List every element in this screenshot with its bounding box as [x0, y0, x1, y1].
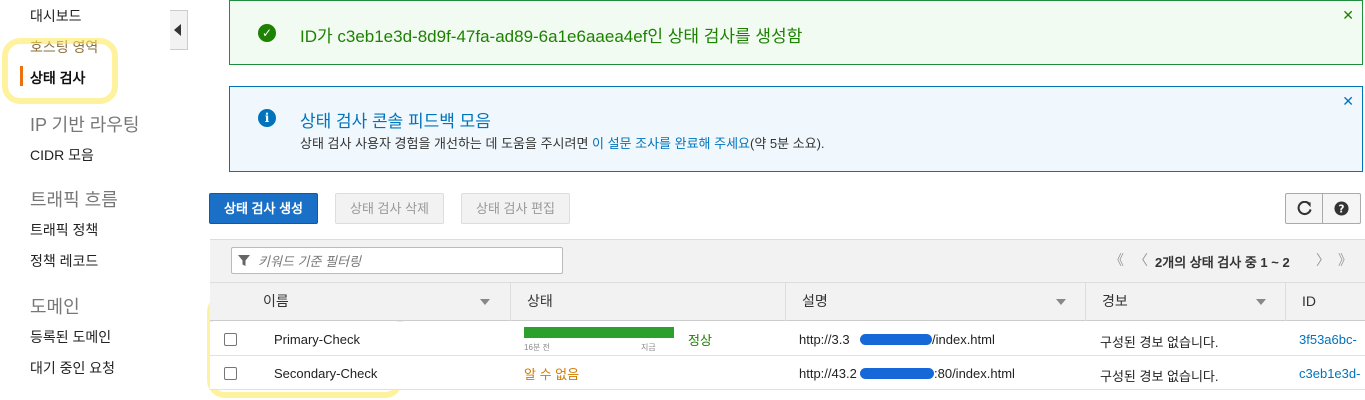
- row-description-start: http://43.2: [799, 366, 857, 381]
- info-alert: i 상태 검사 콘솔 피드백 모음 상태 검사 사용자 경험을 개선하는 데 도…: [229, 86, 1363, 172]
- sort-caret-icon: [480, 299, 490, 305]
- check-circle-icon: ✓: [258, 24, 276, 42]
- info-body-prefix: 상태 검사 사용자 경험을 개선하는 데 도움을 주시려면: [300, 136, 593, 151]
- sidebar-heading-ip-routing: IP 기반 라우팅: [30, 115, 140, 135]
- column-label: 설명: [802, 293, 828, 309]
- delete-health-check-button[interactable]: 상태 검사 삭제: [335, 193, 444, 224]
- row-name: Primary-Check: [274, 332, 360, 347]
- column-label: 이름: [263, 293, 289, 309]
- sidebar-item-hosted-zones[interactable]: 호스팅 영역: [30, 37, 98, 57]
- row-alarm: 구성된 경보 없습니다.: [1100, 369, 1219, 384]
- row-checkbox[interactable]: [224, 367, 237, 380]
- survey-link[interactable]: 이 설문 조사를 완료해 주세요: [592, 136, 750, 151]
- table-row[interactable]: Secondary-Check 알 수 없음 http://43.2 :80/i…: [210, 356, 1365, 390]
- sidebar-item-pending-requests[interactable]: 대기 중인 요청: [30, 358, 115, 378]
- sidebar-heading-traffic-flow: 트래픽 흐름: [30, 190, 118, 210]
- sidebar-collapse-button[interactable]: [170, 10, 188, 50]
- column-label: ID: [1302, 293, 1316, 309]
- sidebar-heading-domains: 도메인: [30, 297, 80, 317]
- sidebar-item-traffic-policies[interactable]: 트래픽 정책: [30, 220, 98, 240]
- caret-left-icon: [174, 24, 181, 36]
- row-checkbox[interactable]: [224, 333, 237, 346]
- column-header-alarms[interactable]: 경보: [1085, 282, 1285, 321]
- column-label: 상태: [527, 293, 553, 309]
- edit-health-check-button[interactable]: 상태 검사 편집: [461, 193, 570, 224]
- close-icon[interactable]: ✕: [1342, 93, 1354, 110]
- success-message: ID가 c3eb1e3d-8d9f-47fa-ad89-6a1e6aaea4ef…: [300, 27, 803, 46]
- help-icon: ?: [1334, 201, 1349, 216]
- refresh-button[interactable]: [1285, 193, 1323, 224]
- row-status: 정상: [688, 333, 712, 348]
- sidebar-item-health-checks[interactable]: 상태 검사: [30, 68, 85, 88]
- column-label: 경보: [1102, 293, 1128, 309]
- column-header-id[interactable]: ID: [1285, 282, 1365, 321]
- sidebar-item-registered-domains[interactable]: 등록된 도메인: [30, 327, 111, 347]
- row-status: 알 수 없음: [524, 367, 580, 382]
- sort-caret-icon: [1056, 299, 1066, 305]
- bar-end-label: 지금: [641, 343, 656, 352]
- first-page-icon[interactable]: 《: [1110, 250, 1124, 270]
- filter-field[interactable]: [231, 247, 563, 274]
- row-alarm: 구성된 경보 없습니다.: [1100, 335, 1219, 350]
- health-status-bar: [524, 327, 674, 338]
- info-body: 상태 검사 사용자 경험을 개선하는 데 도움을 주시려면 이 설문 조사를 완…: [300, 133, 825, 152]
- bar-start-label: 16분 전: [524, 343, 550, 352]
- filter-icon: [238, 255, 250, 266]
- sidebar-active-indicator: [20, 66, 23, 86]
- success-alert: ✓ ID가 c3eb1e3d-8d9f-47fa-ad89-6a1e6aaea4…: [229, 0, 1363, 65]
- row-description-start: http://3.3: [799, 332, 850, 347]
- last-page-icon[interactable]: 》: [1338, 250, 1352, 270]
- row-description-end: :80/index.html: [934, 366, 1015, 381]
- table-row[interactable]: Primary-Check 16분 전 지금 정상 http://3.3 /in…: [210, 322, 1365, 356]
- help-button[interactable]: ?: [1323, 193, 1361, 224]
- pagination-text: 2개의 상태 검사 중 1 ~ 2: [1155, 255, 1290, 270]
- close-icon[interactable]: ✕: [1342, 7, 1354, 24]
- sort-caret-icon: [1256, 299, 1266, 305]
- row-name: Secondary-Check: [274, 366, 378, 381]
- sidebar: 대시보드 호스팅 영역 상태 검사 IP 기반 라우팅 CIDR 모음 트래픽 …: [0, 0, 166, 400]
- prev-page-icon[interactable]: 〈: [1134, 250, 1148, 270]
- info-circle-icon: i: [258, 109, 276, 127]
- redaction-mark: [860, 334, 932, 345]
- row-description-end: /index.html: [932, 332, 995, 347]
- refresh-icon: [1297, 201, 1312, 216]
- sidebar-item-dashboard[interactable]: 대시보드: [30, 6, 82, 26]
- column-header-name[interactable]: 이름: [247, 282, 510, 321]
- next-page-icon[interactable]: 〉: [1316, 250, 1330, 270]
- svg-text:?: ?: [1339, 203, 1345, 215]
- column-header-status[interactable]: 상태: [510, 282, 785, 321]
- filter-input[interactable]: [258, 251, 558, 271]
- sidebar-item-cidr-collections[interactable]: CIDR 모음: [30, 145, 94, 165]
- row-id-link[interactable]: c3eb1e3d-: [1299, 366, 1360, 381]
- sidebar-item-policy-records[interactable]: 정책 레코드: [30, 251, 98, 271]
- info-title: 상태 검사 콘솔 피드백 모음: [300, 112, 491, 131]
- column-header-description[interactable]: 설명: [785, 282, 1085, 321]
- row-id-link[interactable]: 3f53a6bc-: [1299, 332, 1357, 347]
- create-health-check-button[interactable]: 상태 검사 생성: [209, 193, 318, 224]
- info-body-suffix: (약 5분 소요).: [749, 136, 825, 151]
- redaction-mark: [860, 368, 934, 379]
